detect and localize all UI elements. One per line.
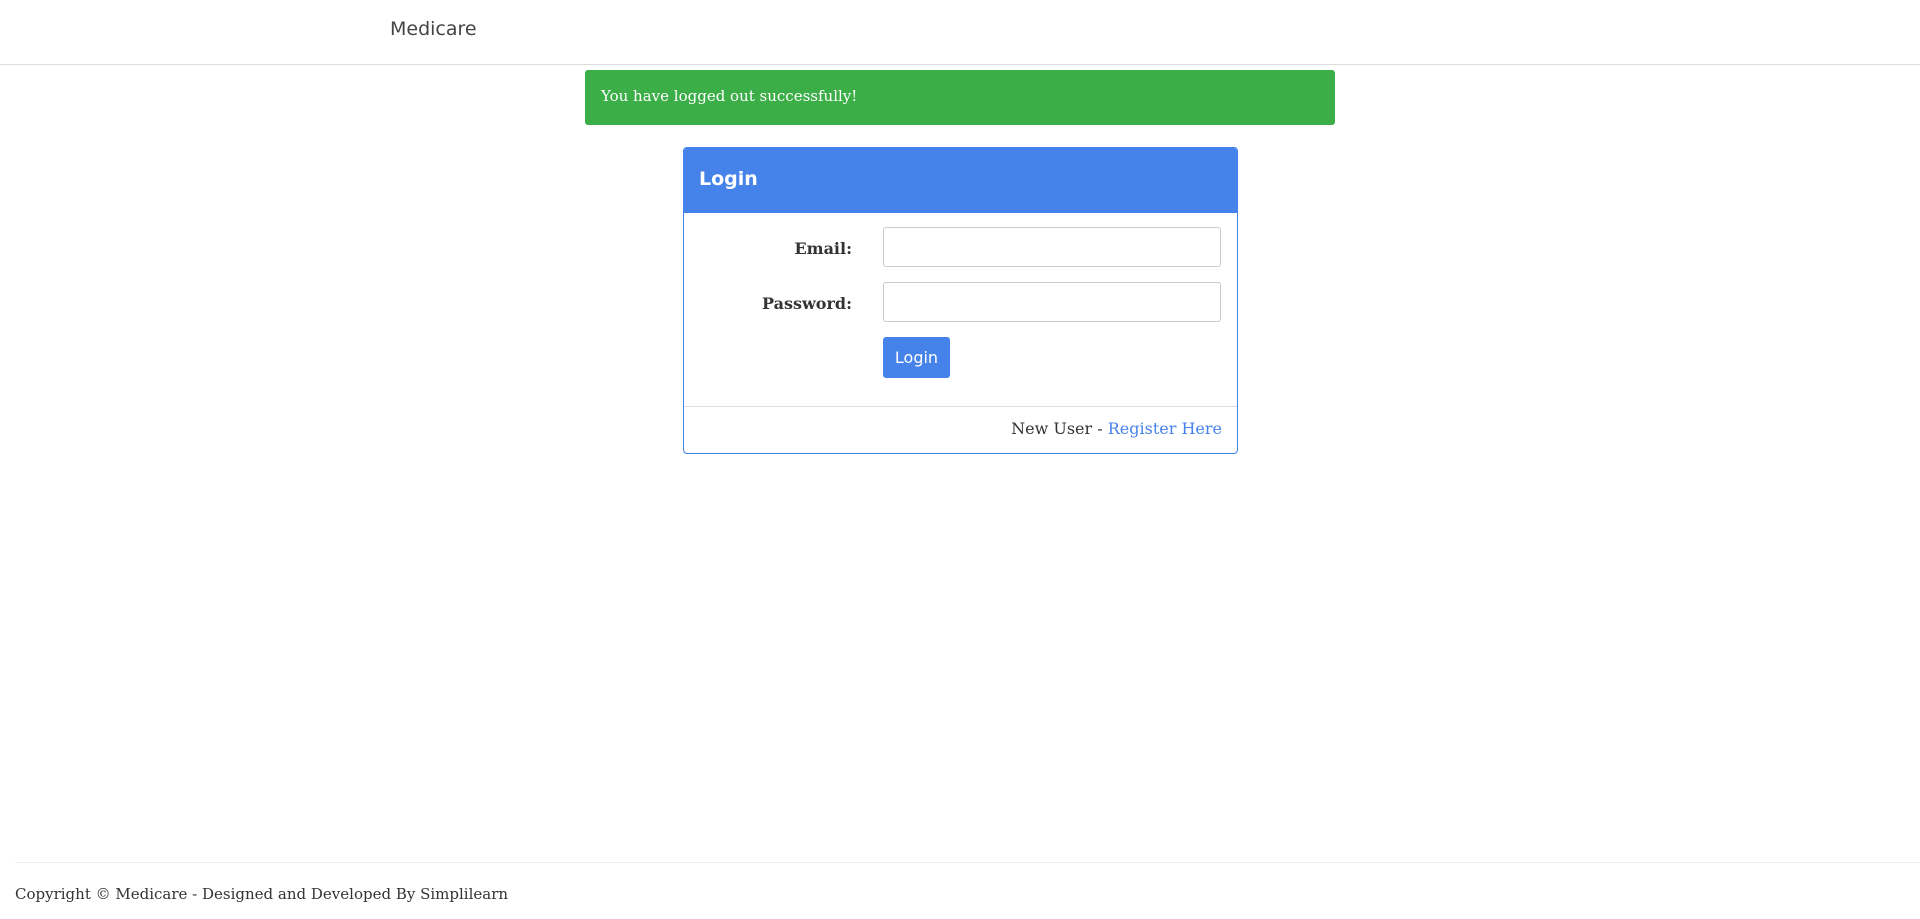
password-input[interactable] [883,282,1221,322]
login-panel-footer: New User - Register Here [684,407,1237,453]
login-form: Email: Password: Login [684,213,1237,407]
register-link[interactable]: Register Here [1108,419,1222,438]
copyright-text: Copyright © Medicare - Designed and Deve… [15,885,509,903]
brand-link[interactable]: Medicare [390,18,477,40]
footer-divider [15,862,1920,863]
new-user-text: New User - [1011,419,1108,438]
login-panel-heading: Login [684,148,1237,213]
password-label: Password: [762,294,852,313]
login-panel: Login Email: Password: Login New User - … [683,147,1238,454]
login-button[interactable]: Login [883,337,950,378]
login-panel-title: Login [699,168,758,190]
email-input[interactable] [883,227,1221,267]
email-label: Email: [794,239,852,258]
top-navbar: Medicare [0,0,1920,65]
logout-success-alert: You have logged out successfully! [585,70,1335,125]
alert-message: You have logged out successfully! [601,87,858,105]
